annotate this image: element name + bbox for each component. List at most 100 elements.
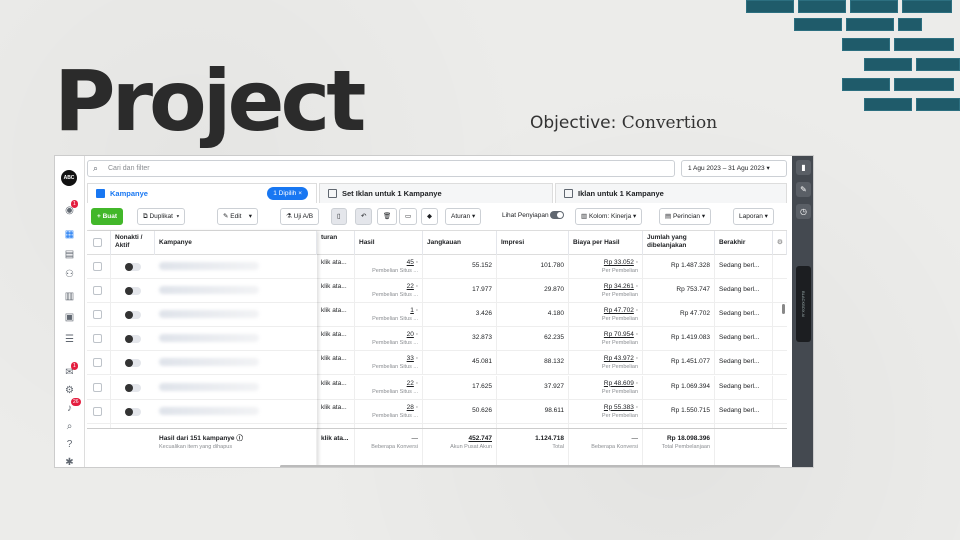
row-toggle[interactable]	[125, 407, 141, 416]
row-results[interactable]: 22 ▫ Pembelian Situs ...	[355, 375, 423, 400]
campaigns-grid-icon[interactable]: ▦	[63, 228, 76, 241]
row-cost[interactable]: Rp 34.261 ▫ Per Pembelian	[569, 279, 643, 304]
table-row[interactable]: klik ata... 28 ▫ Pembelian Situs ... 50.6…	[87, 399, 787, 424]
row-cost[interactable]: Rp 43.972 ▫ Per Pembelian	[569, 351, 643, 376]
audience-icon[interactable]: ⚇	[63, 268, 76, 281]
row-cost-val[interactable]: Rp 70.954	[604, 331, 634, 338]
table-row[interactable]: klik ata... 33 ▫ Pembelian Situs ... 45.0…	[87, 351, 787, 376]
preview-icon[interactable]: ▭	[399, 208, 418, 225]
table-row[interactable]: klik ata... 20 ▫ Pembelian Situs ... 32.8…	[87, 327, 787, 352]
pencil-icon[interactable]: ✎	[796, 182, 811, 197]
row-results[interactable]: 45 ▫ Pembelian Situs ...	[355, 255, 423, 279]
toggle-switch[interactable]	[550, 211, 565, 220]
row-results[interactable]: 1 ▫ Pembelian Situs ...	[355, 303, 423, 328]
rules-button[interactable]: Aturan ▾	[445, 208, 482, 225]
blackbox-ai-tab[interactable]: BLACKBOX AI	[796, 266, 811, 342]
account-icon[interactable]: ◉ 1	[63, 200, 78, 217]
row-cost-val[interactable]: Rp 34.261	[604, 283, 634, 290]
col-rules[interactable]: turan	[317, 231, 355, 255]
duplicate-button[interactable]: ⧉ Duplikat ▾	[137, 208, 186, 225]
row-cost-val[interactable]: Rp 33.052	[604, 259, 634, 266]
ab-test-button[interactable]: ⚗ Uji A/B	[280, 208, 320, 225]
row-toggle[interactable]	[125, 335, 141, 344]
row-results-val[interactable]: 20	[407, 331, 414, 338]
preview-toggle[interactable]: Lihat Penyiapan	[497, 208, 570, 225]
column-settings-icon[interactable]: ⚙	[773, 231, 787, 255]
chart-icon[interactable]: ▮	[796, 160, 811, 175]
undo-icon[interactable]: ↶	[355, 208, 373, 225]
vertical-scrollbar[interactable]	[782, 304, 785, 314]
row-checkbox[interactable]	[93, 334, 102, 344]
clock-icon[interactable]: ◷	[796, 204, 811, 219]
col-cost-per-result[interactable]: Biaya per Hasil	[569, 231, 643, 255]
help-icon[interactable]: ?	[63, 438, 76, 451]
delete-icon[interactable]: 🗑	[377, 208, 398, 225]
columns-button[interactable]: ▥ Kolom: Kinerja ▾	[575, 208, 643, 225]
row-cost[interactable]: Rp 33.052 ▫ Per Pembelian	[569, 255, 643, 279]
table-row[interactable]: klik ata... 22 ▫ Pembelian Situs ... 17.9…	[87, 279, 787, 304]
row-cost-val[interactable]: Rp 47.702	[604, 307, 634, 314]
row-checkbox[interactable]	[93, 382, 102, 392]
row-checkbox[interactable]	[93, 262, 102, 271]
bug-icon[interactable]: ✱	[63, 456, 76, 467]
row-results-val[interactable]: 1	[410, 307, 414, 314]
menu-icon[interactable]: ☰	[63, 333, 76, 346]
table-row[interactable]: klik ata... 22 ▫ Pembelian Situs ... 17.6…	[87, 375, 787, 400]
reports-button[interactable]: Laporan ▾	[733, 208, 774, 225]
row-toggle[interactable]	[125, 383, 141, 392]
row-checkbox[interactable]	[93, 286, 102, 296]
row-results-val[interactable]: 22	[407, 283, 414, 290]
row-cost[interactable]: Rp 47.702 ▫ Per Pembelian	[569, 303, 643, 328]
select-all-checkbox[interactable]	[87, 231, 111, 255]
breakdown-button[interactable]: ▤ Perincian ▾	[659, 208, 712, 225]
clipboard-icon[interactable]: ▯	[331, 208, 347, 225]
row-checkbox[interactable]	[93, 358, 102, 368]
horizontal-scrollbar[interactable]	[280, 465, 780, 467]
col-impressions[interactable]: Impresi	[497, 231, 569, 255]
row-results[interactable]: 20 ▫ Pembelian Situs ...	[355, 327, 423, 352]
row-toggle[interactable]	[125, 263, 141, 271]
row-results-val[interactable]: 28	[407, 404, 414, 411]
row-cost-val[interactable]: Rp 48.609	[604, 380, 634, 387]
row-toggle[interactable]	[125, 311, 141, 320]
date-range-picker[interactable]: 1 Agu 2023 – 31 Agu 2023 ▾	[681, 160, 787, 177]
media-icon[interactable]: ▣	[63, 311, 76, 324]
catalog-icon[interactable]: ▥	[63, 290, 76, 303]
row-checkbox-cell[interactable]	[87, 327, 111, 352]
create-button[interactable]: + Buat	[91, 208, 124, 225]
gear-icon[interactable]: ⚙	[63, 384, 76, 397]
row-checkbox[interactable]	[93, 310, 102, 320]
row-results-val[interactable]: 22	[407, 380, 414, 387]
row-results[interactable]: 33 ▫ Pembelian Situs ...	[355, 351, 423, 376]
row-results[interactable]: 28 ▫ Pembelian Situs ...	[355, 399, 423, 424]
row-checkbox-cell[interactable]	[87, 255, 111, 279]
row-checkbox-cell[interactable]	[87, 279, 111, 304]
row-results-val[interactable]: 33	[407, 355, 414, 362]
tab-campaigns[interactable]: Kampanye 1 Dipilih ×	[87, 183, 317, 203]
tab-ads[interactable]: Iklan untuk 1 Kampanye	[555, 183, 787, 203]
row-results[interactable]: 22 ▫ Pembelian Situs ...	[355, 279, 423, 304]
tab-adsets[interactable]: Set Iklan untuk 1 Kampanye	[319, 183, 553, 203]
row-cost[interactable]: Rp 55.383 ▫ Per Pembelian	[569, 399, 643, 424]
row-toggle[interactable]	[125, 287, 141, 296]
selected-pill[interactable]: 1 Dipilih ×	[267, 187, 308, 200]
row-checkbox[interactable]	[93, 406, 102, 416]
table-row[interactable]: klik ata... 45 ▫ Pembelian Situs ... 55.1…	[87, 255, 787, 279]
col-campaign[interactable]: Kampanye	[155, 231, 317, 255]
table-row[interactable]: klik ata... 1 ▫ Pembelian Situs ... 3.426…	[87, 303, 787, 328]
row-checkbox-cell[interactable]	[87, 351, 111, 376]
account-logo[interactable]: ABC	[61, 170, 77, 186]
tag-icon[interactable]: ◆	[421, 208, 438, 225]
col-amount-spent[interactable]: Jumlah yang dibelanjakan	[643, 231, 715, 255]
row-checkbox-cell[interactable]	[87, 399, 111, 424]
row-toggle[interactable]	[125, 359, 141, 368]
col-ends[interactable]: Berakhir	[715, 231, 773, 255]
row-cost[interactable]: Rp 70.954 ▫ Per Pembelian	[569, 327, 643, 352]
edit-button[interactable]: ✎ Edit ▾	[217, 208, 258, 225]
bell-icon[interactable]: ♪ 26	[63, 398, 81, 415]
col-reach[interactable]: Jangkauan	[423, 231, 497, 255]
search-input[interactable]: ⌕ Cari dan filter	[87, 160, 675, 177]
col-onoff[interactable]: Nonakti / Aktif	[111, 231, 155, 255]
row-results-val[interactable]: 45	[407, 259, 414, 266]
row-cost-val[interactable]: Rp 43.972	[604, 355, 634, 362]
